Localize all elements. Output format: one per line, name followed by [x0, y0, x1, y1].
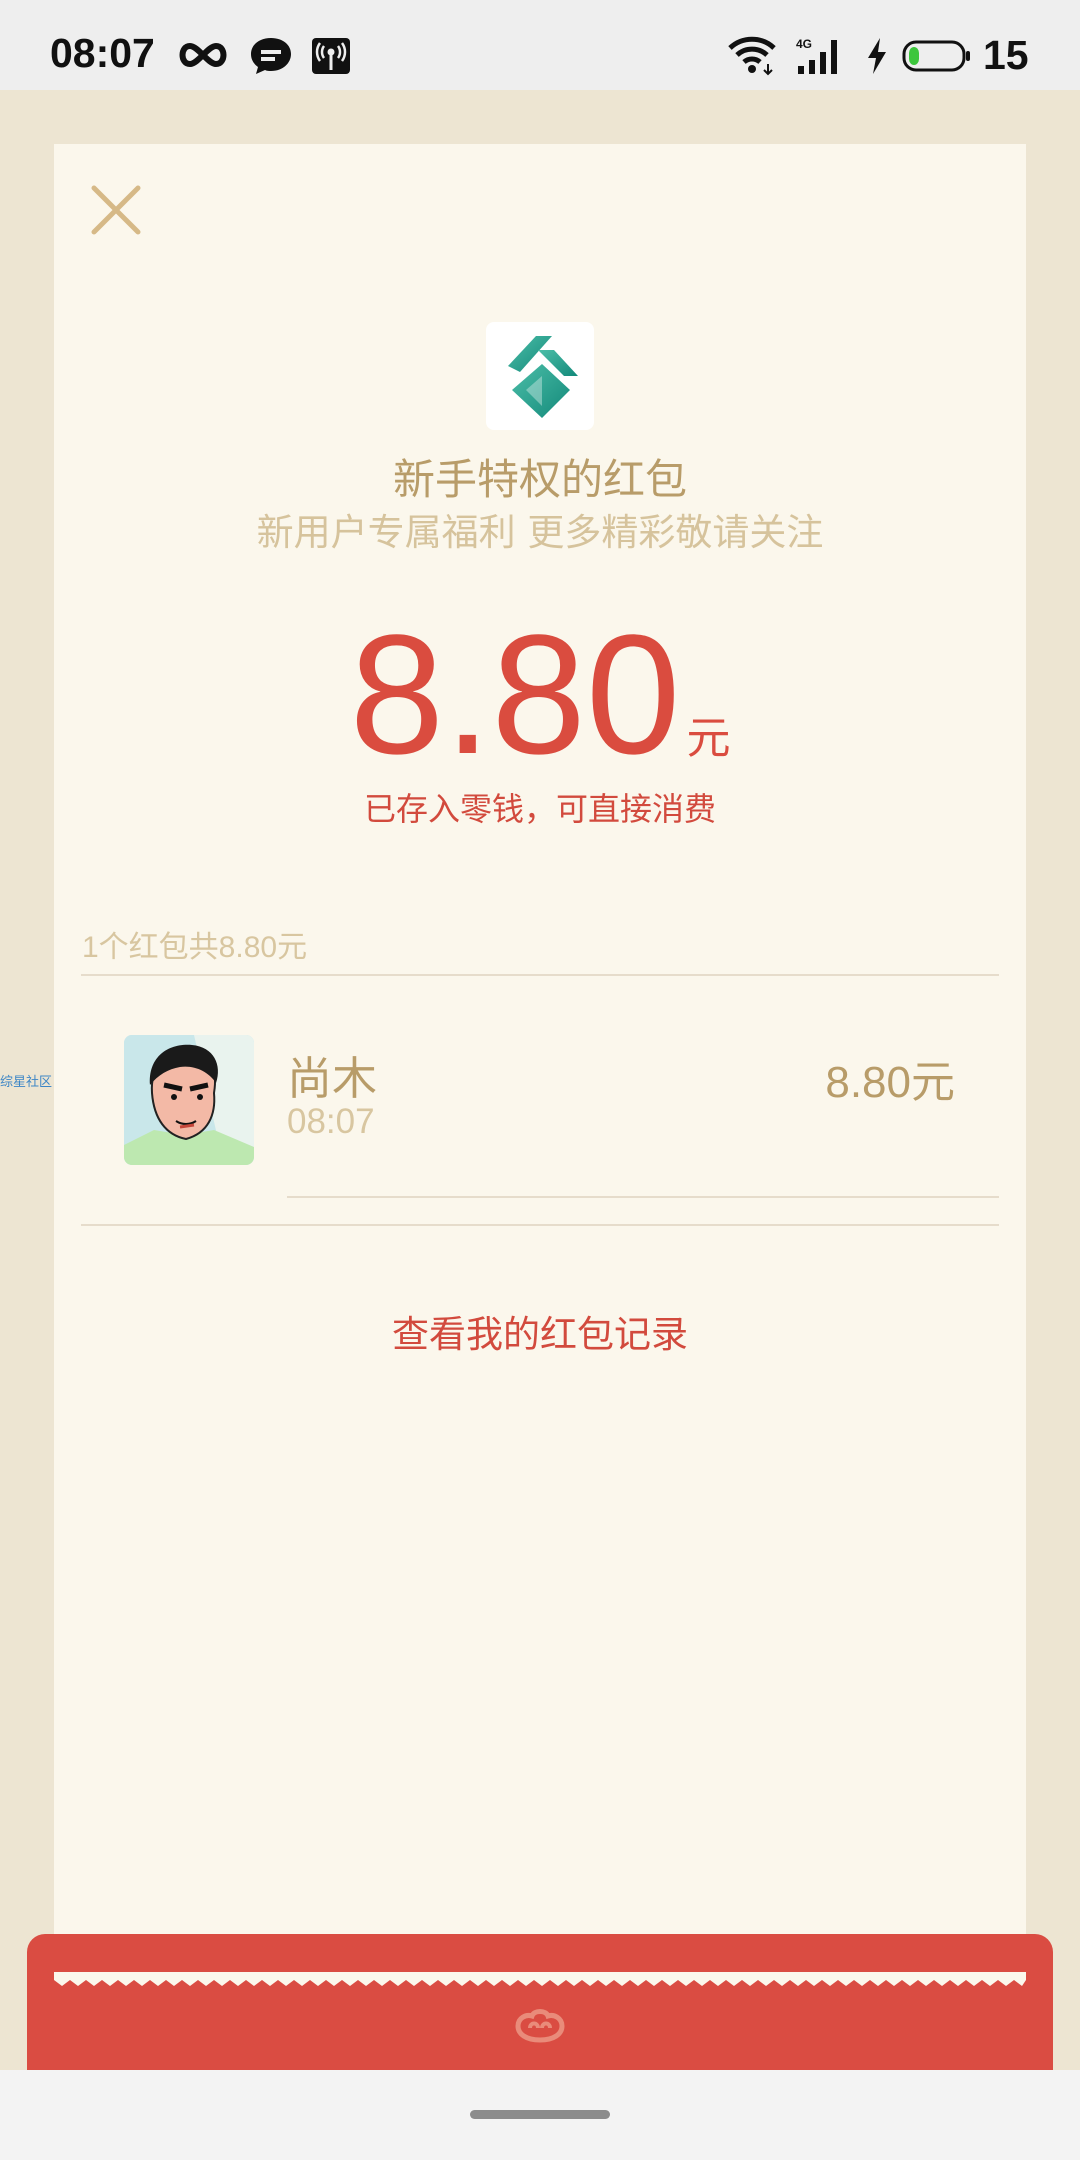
- app-logo-icon: [508, 336, 578, 418]
- close-icon[interactable]: [86, 180, 146, 240]
- cloud-swirl-icon: [515, 2009, 565, 2043]
- amount-note: 已存入零钱，可直接消费: [363, 790, 716, 828]
- packet-summary: 1个红包共8.80元: [82, 931, 308, 964]
- row-divider: [287, 1196, 999, 1198]
- svg-text:4G: 4G: [796, 37, 812, 51]
- list-item[interactable]: 尚木 08:07 8.80元: [81, 976, 999, 1226]
- battery-level: 15: [983, 32, 1029, 78]
- packet-title: 新手特权的红包: [392, 455, 687, 504]
- packet-currency: 元: [686, 713, 731, 764]
- packet-amount: 8.80: [349, 600, 681, 790]
- recipient-time: 08:07: [287, 1102, 375, 1141]
- recipient-name: 尚木: [287, 1052, 378, 1105]
- avatar-image: [124, 1035, 254, 1165]
- infinity-icon: [179, 42, 227, 68]
- charging-icon: [868, 38, 886, 74]
- avatar: [124, 1035, 254, 1165]
- zigzag-edge: [54, 1972, 1026, 1986]
- packet-amount-block: 8.80 元: [0, 610, 1080, 780]
- side-watermark-label: 综星社区: [0, 1075, 53, 1090]
- chat-bubble-icon: [251, 38, 291, 74]
- divider: [81, 1224, 999, 1226]
- recipient-amount: 8.80元: [825, 1058, 955, 1107]
- wifi-icon: [728, 36, 776, 76]
- status-bar: 08:07 4G 15: [0, 0, 1080, 90]
- sender-logo: [486, 322, 594, 430]
- home-indicator[interactable]: [470, 2110, 610, 2119]
- packet-subtitle: 新用户专属福利 更多精彩敬请关注: [256, 511, 824, 554]
- red-packet-footer: [27, 1934, 1053, 2070]
- signal-4g-icon: 4G: [796, 37, 837, 74]
- broadcast-icon: [312, 38, 350, 74]
- view-records-link[interactable]: 查看我的红包记录: [0, 1304, 1080, 1358]
- status-time: 08:07: [50, 30, 155, 76]
- battery-icon: [902, 40, 970, 72]
